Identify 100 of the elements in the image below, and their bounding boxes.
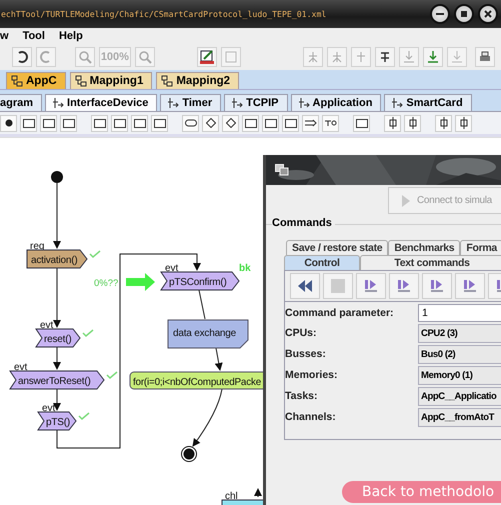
start-node: [51, 171, 63, 183]
stop-icon: [331, 279, 345, 293]
download-icon: [402, 50, 416, 64]
diagram-icon: [161, 75, 174, 87]
palette-button[interactable]: [91, 114, 108, 132]
palette-button[interactable]: [282, 114, 299, 132]
close-icon: [483, 9, 493, 19]
node-icon: [62, 118, 74, 128]
palette-button[interactable]: [111, 114, 128, 132]
event-node: reset(): [35, 328, 81, 348]
palette-button[interactable]: [0, 114, 17, 132]
palette-button[interactable]: [404, 114, 421, 132]
panel-tab[interactable]: Application: [290, 94, 382, 111]
toolbar-button[interactable]: [12, 46, 32, 66]
panel-tab[interactable]: InterfaceDevice: [45, 94, 158, 111]
dropdown-field[interactable]: AppC__Applicatio: [418, 387, 501, 406]
step-button[interactable]: [356, 273, 386, 299]
dropdown-field[interactable]: Memory0 (1): [418, 366, 501, 385]
rewind-button[interactable]: [290, 273, 320, 299]
panel-tab[interactable]: TCPIP: [224, 94, 288, 111]
palette-button[interactable]: [202, 114, 219, 132]
toolbar-button[interactable]: [196, 46, 217, 66]
diagram-tab[interactable]: Mapping2: [156, 72, 240, 89]
palette-button[interactable]: [222, 114, 239, 132]
tab[interactable]: Text commands: [360, 255, 501, 270]
palette-button[interactable]: [353, 114, 370, 132]
dropdown-field[interactable]: CPU2 (3): [418, 324, 501, 343]
palette-button[interactable]: [151, 114, 168, 132]
node-icon: [134, 118, 146, 128]
panel-tab[interactable]: SmartCard: [384, 94, 472, 111]
palette-button[interactable]: [384, 114, 401, 132]
connector: [254, 488, 262, 498]
palette-button[interactable]: [40, 114, 57, 132]
breakpoint-label: bk: [239, 263, 251, 274]
node-icon: [244, 118, 256, 128]
dropdown-field[interactable]: Bus0 (2): [418, 345, 501, 364]
bar-icon: [440, 117, 448, 129]
send-signal-node: activation(): [26, 250, 88, 268]
menu-item[interactable]: w: [0, 30, 9, 42]
toolbar-button[interactable]: [475, 46, 496, 66]
minimize-button[interactable]: [430, 4, 450, 24]
diagram-tab[interactable]: Mapping1: [70, 72, 152, 89]
step-icon: [463, 279, 477, 293]
download-icon: [450, 50, 464, 64]
connector: [214, 348, 223, 371]
stereotype-label: evt: [40, 320, 54, 331]
bar-icon: [408, 117, 416, 129]
event-node: answerToReset(): [9, 370, 105, 390]
node-icon: [264, 118, 276, 128]
diagram-icon: [11, 75, 23, 87]
tab[interactable]: Benchmarks: [388, 240, 460, 255]
close-button[interactable]: [478, 4, 498, 24]
tab[interactable]: Control: [284, 255, 360, 270]
maximize-button[interactable]: [454, 4, 474, 24]
panel-tab[interactable]: Timer: [160, 94, 222, 111]
bar-icon: [460, 117, 468, 129]
palette-button[interactable]: [60, 114, 77, 132]
play-icon: [401, 194, 411, 208]
step-button[interactable]: [455, 273, 485, 299]
input-field[interactable]: 1: [418, 304, 501, 322]
field-label: CPUs:: [285, 326, 318, 341]
step-button[interactable]: [422, 273, 452, 299]
step-button[interactable]: [389, 273, 419, 299]
menu-item[interactable]: Help: [58, 30, 83, 42]
task-icon: [391, 97, 404, 109]
stereotype-label: evt: [14, 362, 28, 373]
tab[interactable]: Save / restore state: [286, 240, 388, 255]
tee-icon: [324, 119, 336, 127]
palette-button[interactable]: [302, 114, 319, 132]
panel-tab[interactable]: agram: [0, 94, 42, 111]
event-node: pTS(): [37, 412, 77, 430]
rewind-icon: [297, 279, 313, 293]
palette-button[interactable]: [131, 114, 148, 132]
diagram-tab[interactable]: AppC: [6, 72, 66, 89]
palette-button[interactable]: [455, 114, 472, 132]
stereotype-label: req: [30, 241, 44, 252]
field-label: Channels:: [285, 410, 337, 425]
node-icon: [284, 118, 296, 128]
palette-button[interactable]: [182, 114, 199, 132]
menu-item[interactable]: Tool: [22, 30, 45, 42]
dropdown-field[interactable]: AppC__fromAtoT: [418, 408, 501, 427]
progress-arrow: [126, 273, 155, 291]
node-icon: [42, 118, 54, 128]
zoom-in-icon: [138, 50, 152, 64]
palette-button[interactable]: [242, 114, 259, 132]
field-label: Tasks:: [285, 389, 318, 404]
node-icon: [114, 118, 126, 128]
toolbar-button[interactable]: [375, 46, 396, 66]
tab[interactable]: Forma: [460, 240, 501, 255]
field-label: Memories:: [285, 368, 339, 383]
palette-button[interactable]: [322, 114, 339, 132]
task-icon: [298, 97, 310, 109]
palette-button[interactable]: [435, 114, 452, 132]
task-icon: [167, 97, 180, 109]
progress-label: 0%??: [94, 278, 118, 289]
node-icon: [356, 118, 368, 128]
palette-button[interactable]: [20, 114, 37, 132]
palette-button[interactable]: [262, 114, 279, 132]
step-icon: [397, 279, 411, 293]
stereotype-label: evt: [165, 263, 178, 274]
